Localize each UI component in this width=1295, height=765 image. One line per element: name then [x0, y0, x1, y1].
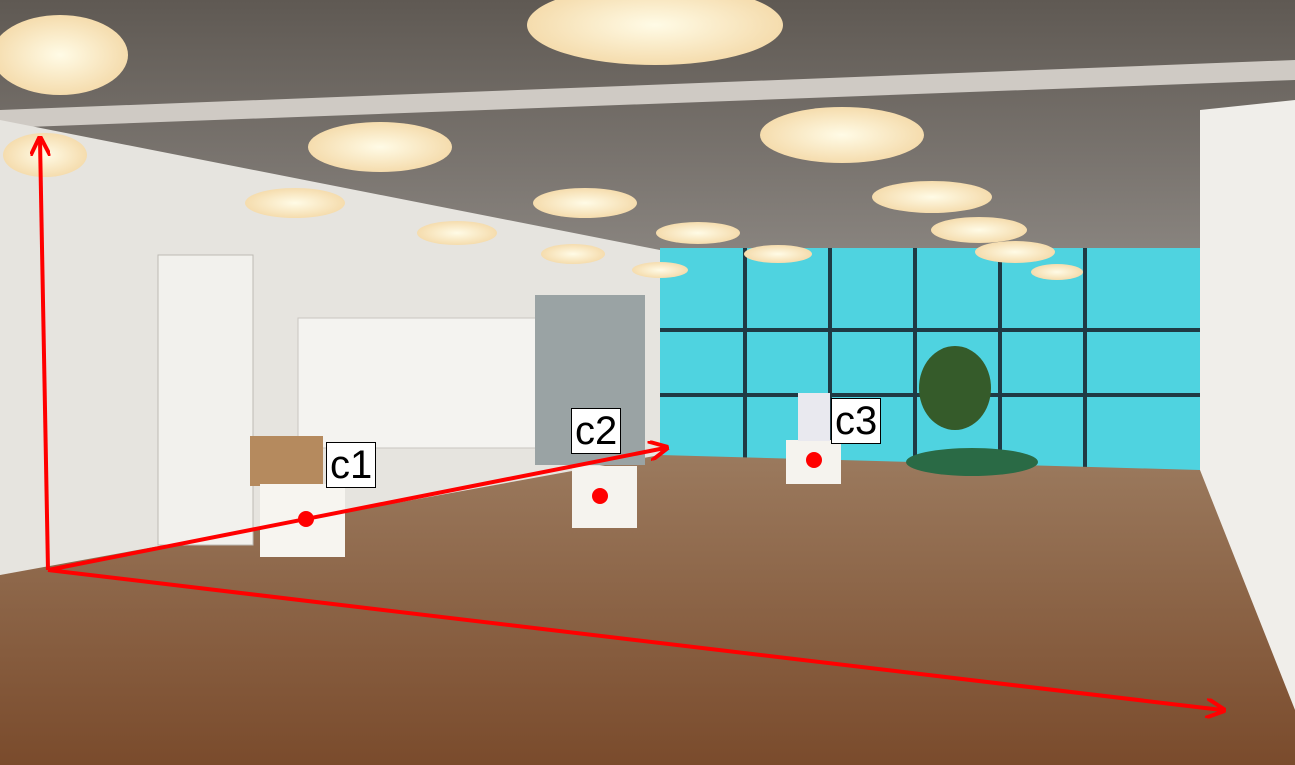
label-c1: c1	[326, 442, 377, 488]
planter	[906, 448, 1038, 476]
label-c3: c3	[831, 398, 882, 444]
marker-dot-c3	[806, 452, 822, 468]
box-c3-top	[798, 393, 830, 441]
mailboxes	[297, 317, 545, 449]
cardboard-box	[250, 436, 323, 486]
door	[157, 254, 254, 546]
label-c2: c2	[571, 408, 622, 454]
tree	[919, 346, 991, 430]
lobby-scene	[0, 0, 1295, 765]
marker-dot-c1	[298, 511, 314, 527]
marker-dot-c2	[592, 488, 608, 504]
